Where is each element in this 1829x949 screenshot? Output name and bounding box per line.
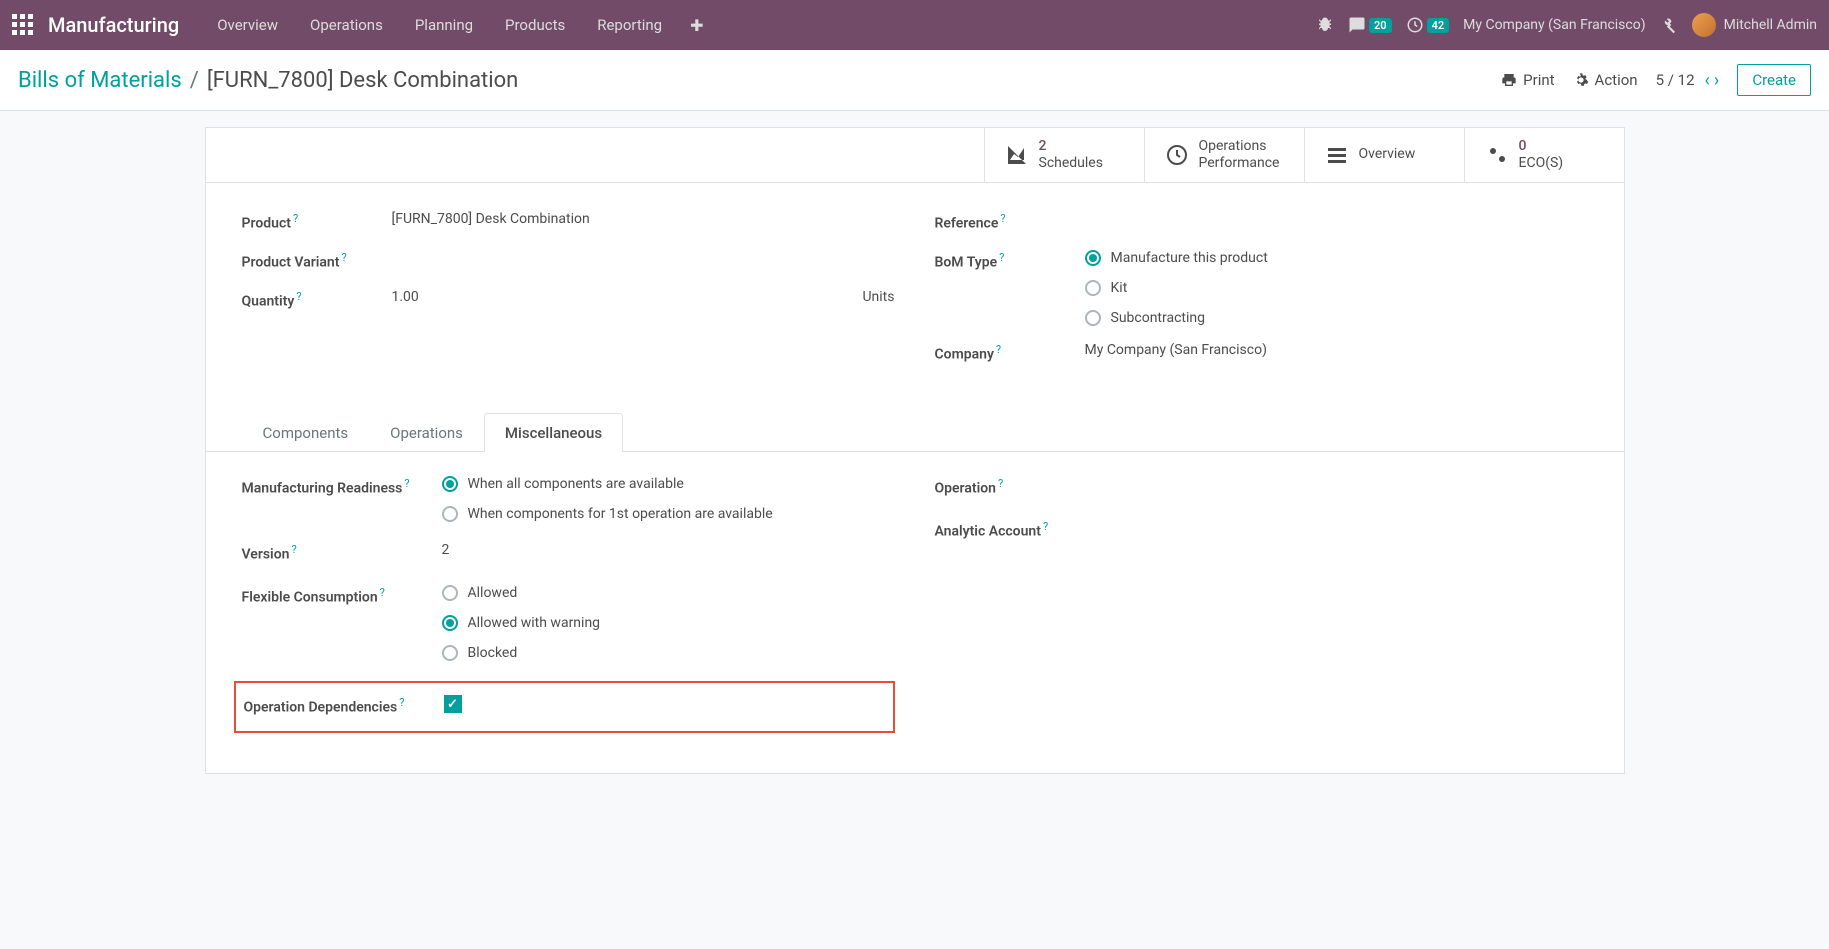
label-readiness: Manufacturing Readiness?: [242, 476, 442, 499]
stat-bar: 2 Schedules Operations Performance Overv…: [206, 128, 1624, 183]
field-product[interactable]: [FURN_7800] Desk Combination: [392, 211, 895, 227]
field-uom[interactable]: Units: [862, 289, 894, 305]
pager-prev[interactable]: ‹: [1705, 70, 1710, 91]
activities-icon[interactable]: 42: [1406, 16, 1450, 34]
pager: 5 / 12 ‹ ›: [1656, 70, 1720, 91]
label-flex-consumption: Flexible Consumption?: [242, 585, 442, 608]
pager-text[interactable]: 5 / 12: [1656, 71, 1695, 89]
radio-kit[interactable]: Kit: [1085, 280, 1588, 296]
radio-readiness-first[interactable]: When components for 1st operation are av…: [442, 506, 895, 522]
bars-icon: [1325, 143, 1349, 167]
debug-icon[interactable]: [1316, 16, 1334, 34]
app-brand[interactable]: Manufacturing: [48, 13, 179, 37]
nav-products[interactable]: Products: [491, 8, 579, 42]
cogs-icon: [1485, 143, 1509, 167]
field-version: 2: [442, 542, 895, 558]
gear-icon: [1573, 72, 1589, 88]
activities-badge: 42: [1427, 18, 1450, 33]
avatar: [1692, 13, 1716, 37]
label-op-dependencies: Operation Dependencies?: [244, 695, 444, 718]
field-company[interactable]: My Company (San Francisco): [1085, 342, 1588, 358]
area-chart-icon: [1005, 143, 1029, 167]
stat-eco[interactable]: 0 ECO(S): [1464, 128, 1624, 182]
nav-planning[interactable]: Planning: [401, 8, 487, 42]
breadcrumb: Bills of Materials / [FURN_7800] Desk Co…: [18, 68, 518, 93]
checkbox-op-dependencies[interactable]: [444, 695, 462, 713]
user-menu[interactable]: Mitchell Admin: [1692, 13, 1817, 37]
nav-menu: Overview Operations Planning Products Re…: [203, 8, 676, 42]
radio-flex-blocked[interactable]: Blocked: [442, 645, 895, 661]
label-bom-type: BoM Type?: [935, 250, 1085, 273]
create-button[interactable]: Create: [1737, 64, 1811, 96]
field-quantity[interactable]: 1.00: [392, 289, 863, 305]
radio-manufacture[interactable]: Manufacture this product: [1085, 250, 1588, 266]
radio-flex-warning[interactable]: Allowed with warning: [442, 615, 895, 631]
nav-add-menu[interactable]: ✚: [676, 8, 717, 43]
messages-badge: 20: [1369, 18, 1392, 33]
label-analytic: Analytic Account?: [935, 519, 1135, 542]
nav-operations[interactable]: Operations: [296, 8, 397, 42]
nav-reporting[interactable]: Reporting: [583, 8, 676, 42]
company-selector[interactable]: My Company (San Francisco): [1463, 17, 1645, 33]
highlight-operation-dependencies: Operation Dependencies?: [234, 681, 895, 732]
tab-components[interactable]: Components: [242, 413, 370, 452]
pager-next[interactable]: ›: [1714, 70, 1719, 91]
breadcrumb-back[interactable]: Bills of Materials: [18, 68, 182, 93]
breadcrumb-current: [FURN_7800] Desk Combination: [207, 68, 518, 93]
stat-overview[interactable]: Overview: [1304, 128, 1464, 182]
breadcrumb-sep: /: [190, 68, 199, 93]
tab-miscellaneous[interactable]: Miscellaneous: [484, 413, 623, 452]
stat-ops-performance[interactable]: Operations Performance: [1144, 128, 1304, 182]
label-product: Product?: [242, 211, 392, 234]
nav-overview[interactable]: Overview: [203, 8, 292, 42]
form-tabs: Components Operations Miscellaneous: [206, 413, 1624, 452]
apps-icon[interactable]: [12, 14, 34, 36]
settings-icon[interactable]: [1660, 16, 1678, 34]
label-reference: Reference?: [935, 211, 1085, 234]
messages-icon[interactable]: 20: [1348, 16, 1392, 34]
user-name: Mitchell Admin: [1724, 17, 1817, 33]
label-quantity: Quantity?: [242, 289, 392, 312]
stat-schedules[interactable]: 2 Schedules: [984, 128, 1144, 182]
label-variant: Product Variant?: [242, 250, 392, 273]
top-navbar: Manufacturing Overview Operations Planni…: [0, 0, 1829, 50]
radio-flex-allowed[interactable]: Allowed: [442, 585, 895, 601]
tab-operations[interactable]: Operations: [369, 413, 484, 452]
print-icon: [1501, 72, 1517, 88]
clock-icon: [1165, 143, 1189, 167]
form-sheet: 2 Schedules Operations Performance Overv…: [205, 127, 1625, 774]
label-company: Company?: [935, 342, 1085, 365]
radio-readiness-all[interactable]: When all components are available: [442, 476, 895, 492]
label-operation: Operation?: [935, 476, 1135, 499]
action-button[interactable]: Action: [1573, 71, 1638, 89]
label-version: Version?: [242, 542, 442, 565]
control-panel: Bills of Materials / [FURN_7800] Desk Co…: [0, 50, 1829, 111]
print-button[interactable]: Print: [1501, 71, 1554, 89]
radio-subcontracting[interactable]: Subcontracting: [1085, 310, 1588, 326]
